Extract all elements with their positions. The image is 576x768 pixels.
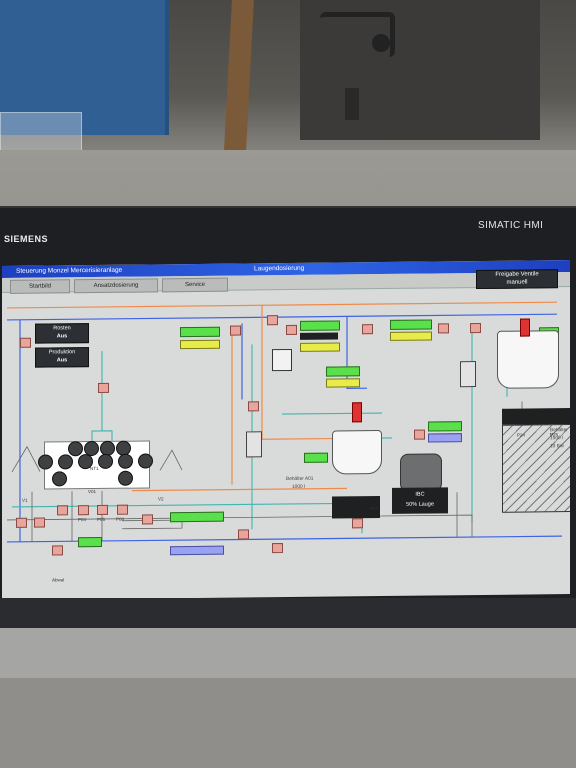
led-bar [78, 536, 102, 548]
roller [98, 453, 113, 469]
valve[interactable] [438, 323, 449, 334]
led-bar [428, 421, 462, 432]
pump-tag: P05 [97, 516, 106, 523]
pump-tag: P08 [116, 516, 125, 522]
door-knob [372, 34, 390, 52]
valve[interactable] [34, 517, 45, 528]
agitator-motor-right[interactable] [520, 318, 530, 337]
valve[interactable] [142, 514, 153, 525]
valve[interactable] [230, 325, 241, 336]
ibc-content: 50% Lauge [406, 501, 434, 508]
abwal-tag: Abwal [52, 577, 65, 583]
roller [118, 470, 133, 486]
pump-tag: P04 [78, 517, 87, 523]
hmi-bottom-bezel [0, 598, 576, 628]
agitator-motor[interactable] [352, 402, 362, 423]
valve[interactable] [362, 324, 373, 335]
panel-lower-frame [0, 628, 576, 678]
led-bar-yellow [180, 339, 220, 350]
pump-tag: P24 [517, 432, 526, 438]
hmi-screen: Steuerung Monzel Mercerisieranlage Lauge… [2, 260, 570, 600]
ibc-container [400, 453, 442, 492]
door-latch [345, 88, 359, 120]
valve[interactable] [267, 315, 278, 326]
led-bar [170, 511, 224, 523]
siemens-logo: SIEMENS [4, 234, 49, 244]
ibc-label: IBC [415, 491, 425, 498]
led-bar-yellow [326, 378, 360, 388]
window-title: Steuerung Monzel Mercerisieranlage [16, 266, 123, 275]
flow-meter [460, 361, 476, 388]
pump-tag: P25 [550, 432, 559, 438]
valve[interactable] [248, 401, 259, 412]
center-title: Laugendosierung [254, 264, 305, 273]
roller [58, 454, 73, 470]
valve[interactable] [16, 517, 27, 528]
valve[interactable] [414, 429, 425, 440]
led-bar [390, 319, 432, 330]
rosten-status: Rosten Aus [35, 323, 89, 344]
valve[interactable] [286, 324, 297, 336]
valve[interactable] [470, 322, 481, 334]
led-bar-yellow [390, 331, 432, 341]
valve[interactable] [352, 518, 363, 529]
product-name: SIMATIC HMI [478, 220, 544, 231]
valve[interactable] [20, 337, 31, 348]
valve[interactable] [57, 505, 68, 516]
tank-right-base [502, 408, 570, 425]
valve[interactable] [98, 382, 109, 393]
led-bar [304, 452, 328, 463]
produktion-value: Aus [56, 357, 68, 364]
valve[interactable] [97, 504, 108, 516]
led-bar [300, 320, 340, 331]
led-bar-blue [170, 545, 224, 556]
pump-motor[interactable] [272, 348, 292, 372]
led-bar-off [300, 332, 338, 340]
led-bar [326, 366, 360, 377]
rosten-value: Aus [56, 333, 68, 340]
tank-a01-label: Behälter A01 [286, 476, 314, 483]
flow-meter [246, 431, 262, 458]
roller [138, 453, 153, 469]
tank-a01-volume: 1000 l [292, 484, 306, 490]
led-bar-blue [428, 433, 462, 443]
pump-tag: P23 [370, 506, 379, 512]
led-bar-yellow [300, 342, 340, 352]
roller [38, 454, 53, 470]
tank-a01 [332, 430, 382, 475]
roller [52, 471, 67, 487]
produktion-status: Produktion Aus [35, 347, 89, 368]
v1-tag: V1 [22, 497, 28, 503]
v01-tag: V01 [88, 489, 97, 495]
steel-base [0, 678, 576, 768]
roller [118, 453, 133, 469]
valve[interactable] [117, 504, 128, 515]
valve[interactable] [272, 543, 283, 554]
valve[interactable] [78, 505, 89, 516]
machine-tag: NT1 [90, 465, 99, 472]
valve[interactable] [238, 529, 249, 540]
right-tank-pressure: 10 Bar [550, 444, 565, 450]
roller [68, 441, 83, 457]
valve[interactable] [52, 545, 63, 556]
led-bar [180, 326, 220, 338]
tank-right [497, 330, 559, 389]
v2-tag: V2 [158, 496, 164, 502]
